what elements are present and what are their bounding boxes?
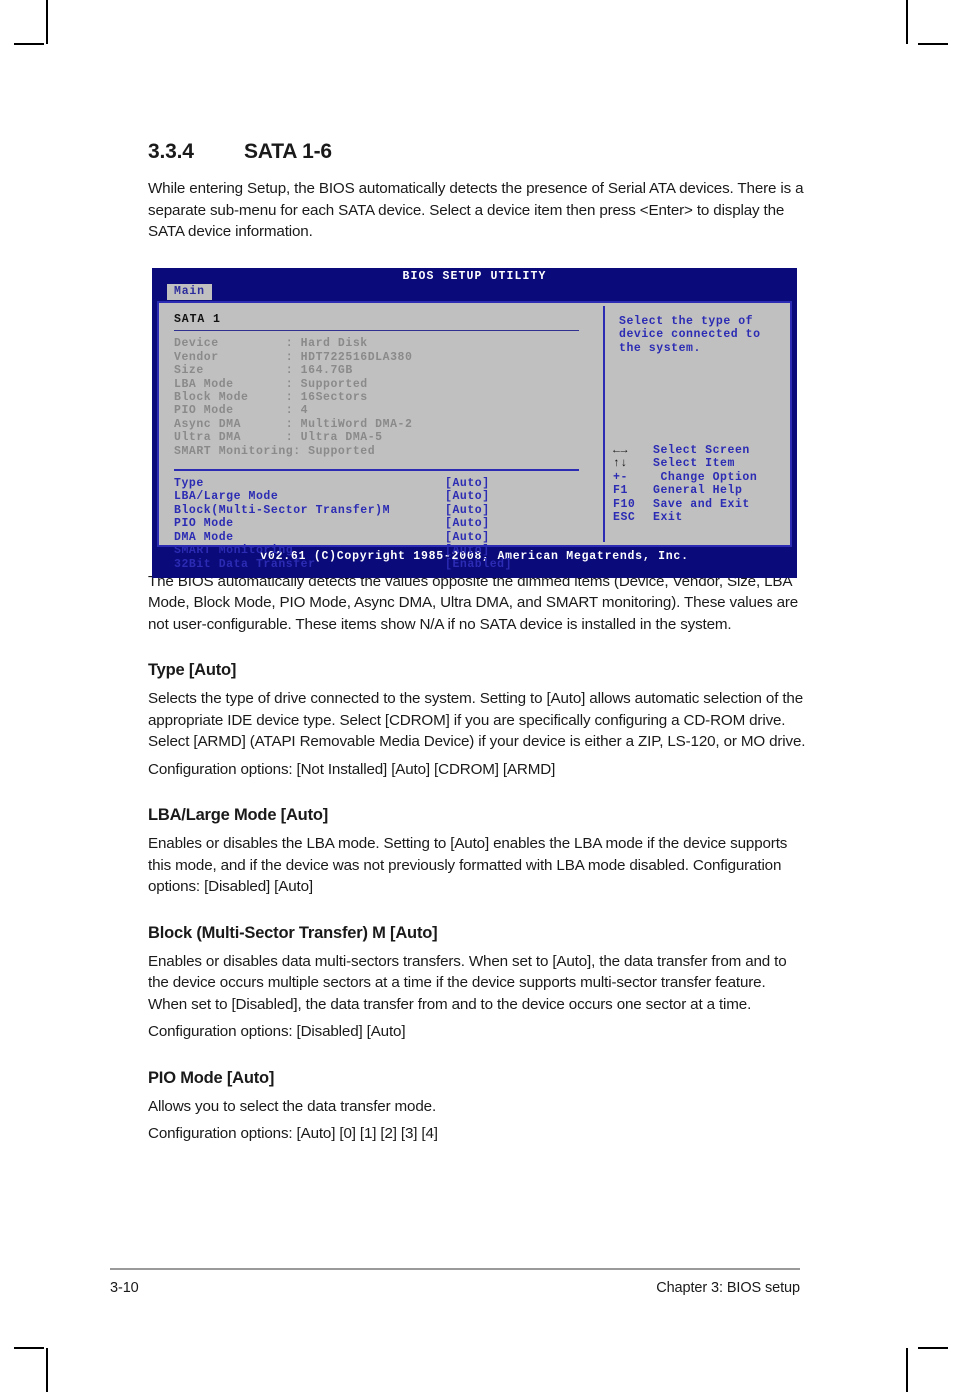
bios-config-value[interactable]: [Auto] bbox=[445, 517, 490, 530]
bios-help-line: Select the type of bbox=[619, 315, 754, 328]
crop-mark-bottom-right-horizontal bbox=[918, 1347, 948, 1349]
bios-config-label: LBA/Large Mode bbox=[174, 490, 279, 504]
crop-mark-top-left-horizontal bbox=[14, 43, 44, 45]
f1-key-icon: F1 bbox=[613, 484, 628, 498]
after-figure-paragraph: The BIOS automatically detects the value… bbox=[148, 572, 799, 633]
bios-info-row: Vendor : HDT722516DLA380 bbox=[174, 350, 413, 364]
section-number: 3.3.4 bbox=[148, 140, 194, 163]
section-intro-paragraph: While entering Setup, the BIOS automatic… bbox=[148, 180, 804, 240]
bios-config-row-pio-mode[interactable]: PIO Mode [Auto] bbox=[174, 517, 603, 530]
bios-config-value[interactable]: [Auto] bbox=[445, 544, 490, 557]
bios-device-title: SATA 1 bbox=[174, 313, 221, 326]
bios-info-row: LBA Mode : Supported bbox=[174, 377, 368, 391]
footer-divider bbox=[110, 1268, 800, 1270]
up-down-arrow-icon: ↑↓ bbox=[613, 457, 628, 471]
bios-setup-screen: BIOS SETUP UTILITY Main SATA 1 Device : … bbox=[152, 268, 797, 578]
crop-mark-top-left-vertical bbox=[46, 0, 48, 44]
footer-chapter-label: Chapter 3: BIOS setup bbox=[656, 1280, 800, 1296]
bios-info-row: SMART Monitoring: Supported bbox=[174, 444, 376, 458]
bios-key-row-general-help: F1 General Help bbox=[613, 484, 757, 497]
bios-key-legend: ←→ Select Screen ↑↓ Select Item +- Chang… bbox=[613, 444, 757, 524]
subsection-config-options: Configuration options: [Auto] [0] [1] [2… bbox=[148, 1125, 438, 1142]
bios-config-row-32bit-data-transfer[interactable]: 32Bit Data Transfer [Enabled] bbox=[174, 558, 603, 571]
bios-info-row: Async DMA : MultiWord DMA-2 bbox=[174, 417, 413, 431]
left-right-arrow-icon: ←→ bbox=[613, 444, 628, 457]
bios-info-row: PIO Mode : 4 bbox=[174, 404, 309, 418]
bios-main-panel: SATA 1 Device : Hard Disk Vendor : HDT72… bbox=[162, 306, 605, 571]
crop-mark-bottom-left-horizontal bbox=[14, 1347, 44, 1349]
bios-help-line: device connected to bbox=[619, 328, 761, 342]
bios-key-desc: Select Item bbox=[653, 457, 735, 471]
subsection-paragraph: Enables or disables the LBA mode. Settin… bbox=[148, 835, 788, 895]
section-title: SATA 1-6 bbox=[244, 140, 332, 163]
bios-info-row: Block Mode : 16Sectors bbox=[174, 391, 368, 405]
subsection-config-options: Configuration options: [Disabled] [Auto] bbox=[148, 1023, 406, 1040]
bios-config-value[interactable]: [Enabled] bbox=[445, 558, 512, 571]
bios-config-value[interactable]: [Auto] bbox=[445, 490, 490, 503]
bios-key-row-change-option: +- Change Option bbox=[613, 471, 757, 484]
bios-config-label: Type bbox=[174, 477, 204, 491]
bios-title-bar: BIOS SETUP UTILITY bbox=[402, 270, 547, 283]
subsection-config-options: Configuration options: [Not Installed] [… bbox=[148, 760, 556, 778]
bios-config-row-smart-monitoring[interactable]: SMART Monitoring [Auto] bbox=[174, 544, 603, 557]
bios-key-desc: Save and Exit bbox=[653, 497, 750, 511]
bios-key-desc: Select Screen bbox=[653, 444, 750, 457]
footer-page-number: 3-10 bbox=[110, 1280, 139, 1296]
bios-help-text: Select the type of device connected to t… bbox=[619, 315, 787, 355]
bios-info-row: Device : Hard Disk bbox=[174, 337, 368, 351]
bios-config-list: Type [Auto] LBA/Large Mode [Auto] Block(… bbox=[174, 477, 603, 571]
bios-tab-main[interactable]: Main bbox=[167, 284, 212, 301]
bios-config-value[interactable]: [Auto] bbox=[445, 504, 490, 517]
bios-key-desc: Change Option bbox=[653, 470, 758, 484]
subsection-heading-lba-large-mode: LBA/Large Mode [Auto] bbox=[148, 806, 329, 824]
subsection-paragraph: Allows you to select the data transfer m… bbox=[148, 1097, 437, 1115]
bios-config-value[interactable]: [Auto] bbox=[445, 531, 490, 544]
bios-config-row-type[interactable]: Type [Auto] bbox=[174, 477, 603, 490]
bios-config-label: Block(Multi-Sector Transfer)M bbox=[174, 503, 391, 517]
bios-info-list: Device : Hard Disk Vendor : HDT722516DLA… bbox=[174, 337, 603, 458]
bios-config-value[interactable]: [Auto] bbox=[445, 477, 490, 490]
bios-body: SATA 1 Device : Hard Disk Vendor : HDT72… bbox=[157, 301, 792, 571]
bios-key-row-select-item: ↑↓ Select Item bbox=[613, 457, 757, 470]
bios-tab-bar: Main bbox=[153, 284, 796, 301]
bios-key-desc: Exit bbox=[653, 511, 683, 525]
subsection-heading-block-multi-sector-transfer: Block (Multi-Sector Transfer) M [Auto] bbox=[148, 923, 438, 942]
crop-mark-top-right-vertical bbox=[906, 0, 908, 44]
subsection-paragraph: Selects the type of drive connected to t… bbox=[148, 690, 806, 750]
bios-info-row: Size : 164.7GB bbox=[174, 364, 353, 378]
bios-config-row-block-multi-sector-transfer[interactable]: Block(Multi-Sector Transfer)M [Auto] bbox=[174, 504, 603, 517]
bios-config-label: DMA Mode bbox=[174, 530, 234, 544]
subsection-heading-pio-mode: PIO Mode [Auto] bbox=[148, 1068, 275, 1087]
bios-key-desc: General Help bbox=[653, 484, 743, 498]
crop-mark-top-right-horizontal bbox=[918, 43, 948, 45]
crop-mark-bottom-right-vertical bbox=[906, 1348, 908, 1392]
esc-key-icon: ESC bbox=[613, 511, 636, 525]
page-footer: 3-10 Chapter 3: BIOS setup bbox=[110, 1280, 800, 1296]
bios-config-row-lba-large-mode[interactable]: LBA/Large Mode [Auto] bbox=[174, 490, 603, 503]
crop-mark-bottom-left-vertical bbox=[46, 1348, 48, 1392]
bios-key-row-exit: ESC Exit bbox=[613, 511, 757, 524]
subsection-heading-type: Type [Auto] bbox=[148, 661, 237, 679]
bios-config-label: SMART Monitoring bbox=[174, 544, 294, 558]
page-content: 3.3.4 SATA 1-6 While entering Setup, the… bbox=[148, 140, 808, 1151]
bios-key-row-save-and-exit: F10 Save and Exit bbox=[613, 498, 757, 511]
bios-divider-middle bbox=[174, 469, 579, 472]
bios-config-label: PIO Mode bbox=[174, 517, 234, 531]
bios-key-row-select-screen: ←→ Select Screen bbox=[613, 444, 757, 457]
bios-config-row-dma-mode[interactable]: DMA Mode [Auto] bbox=[174, 531, 603, 544]
section-heading: 3.3.4 SATA 1-6 bbox=[148, 140, 808, 164]
bios-help-line: the system. bbox=[619, 341, 701, 355]
bios-config-label: 32Bit Data Transfer bbox=[174, 557, 316, 571]
bios-info-row: Ultra DMA : Ultra DMA-5 bbox=[174, 431, 383, 445]
plus-minus-icon: +- bbox=[613, 470, 628, 484]
subsection-paragraph: Enables or disables data multi-sectors t… bbox=[148, 952, 787, 1013]
bios-divider-top bbox=[174, 330, 579, 332]
f10-key-icon: F10 bbox=[613, 497, 636, 511]
bios-help-panel: Select the type of device connected to t… bbox=[605, 306, 787, 542]
